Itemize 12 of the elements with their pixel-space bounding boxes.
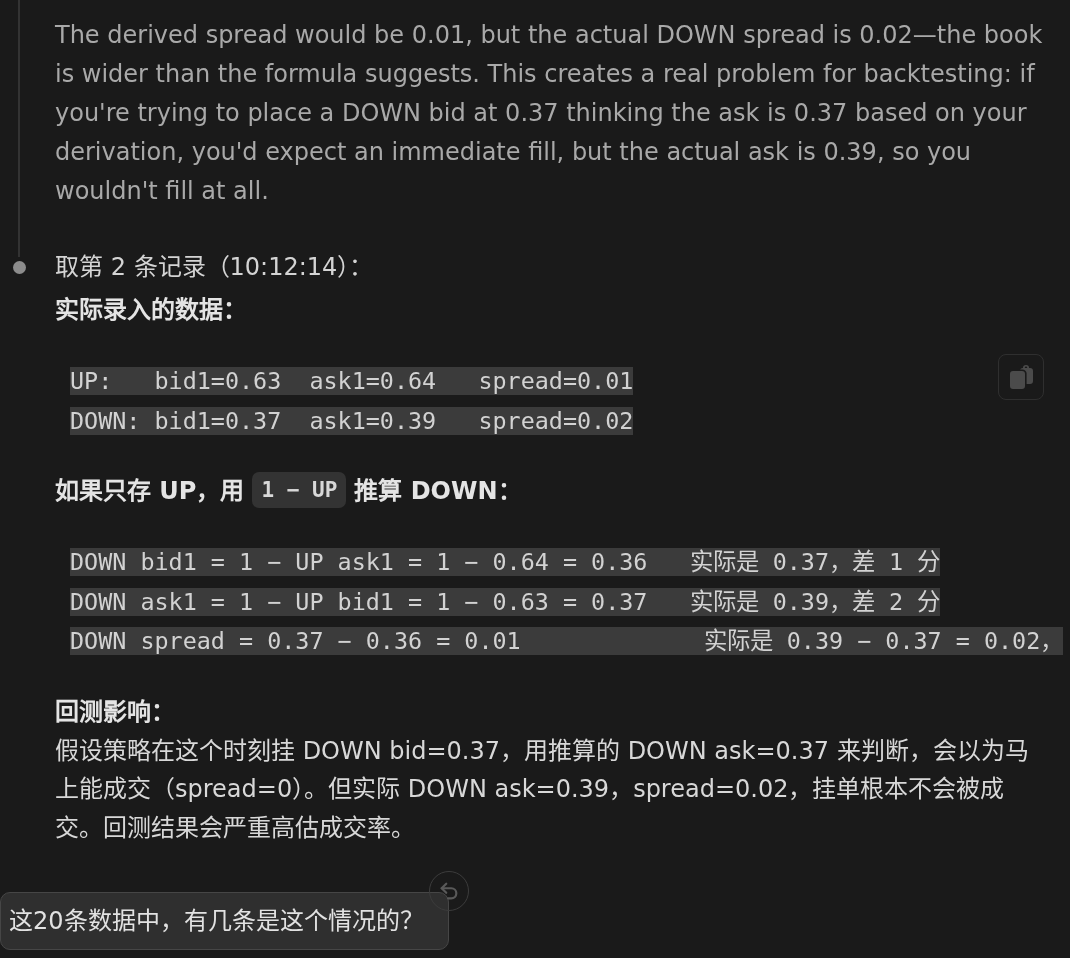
user-message: 这20条数据中，有几条是这个情况的？ xyxy=(0,892,449,950)
copy-icon xyxy=(1009,365,1033,389)
copy-button[interactable] xyxy=(998,354,1044,400)
heading-text: 推算 DOWN： xyxy=(354,477,522,505)
timeline-dot-icon xyxy=(13,261,26,274)
step-title: 取第 2 条记录（10:12:14）： xyxy=(55,252,375,283)
inline-code: 1 − UP xyxy=(252,472,347,508)
heading-text: 实际录入的数据： xyxy=(55,296,247,324)
heading-text: 回测影响： xyxy=(55,697,175,726)
heading-text: 如果只存 UP，用 xyxy=(55,477,245,505)
body-paragraph: 假设策略在这个时刻挂 DOWN bid=0.37，用推算的 DOWN ask=0.37 来判断，会以为马上能成交（spread=0）。但实际 DOWN ask=0.39，spread=0.02，挂单根本不会被成交。回测结果会严重高估成交率。 xyxy=(55,735,1030,844)
thinking-paragraph: The derived spread would be 0.01, but the actual DOWN spread is 0.02—the book is wider than the formula suggests. This creates a real problem for backtesting: if you're trying to place a DOWN bid at 0.37 thinking the ask is 0.37 based on your derivation, you'd expect an immediate fill, but the actual ask is 0.39, so you wouldn't fill at all. xyxy=(55,20,1044,207)
